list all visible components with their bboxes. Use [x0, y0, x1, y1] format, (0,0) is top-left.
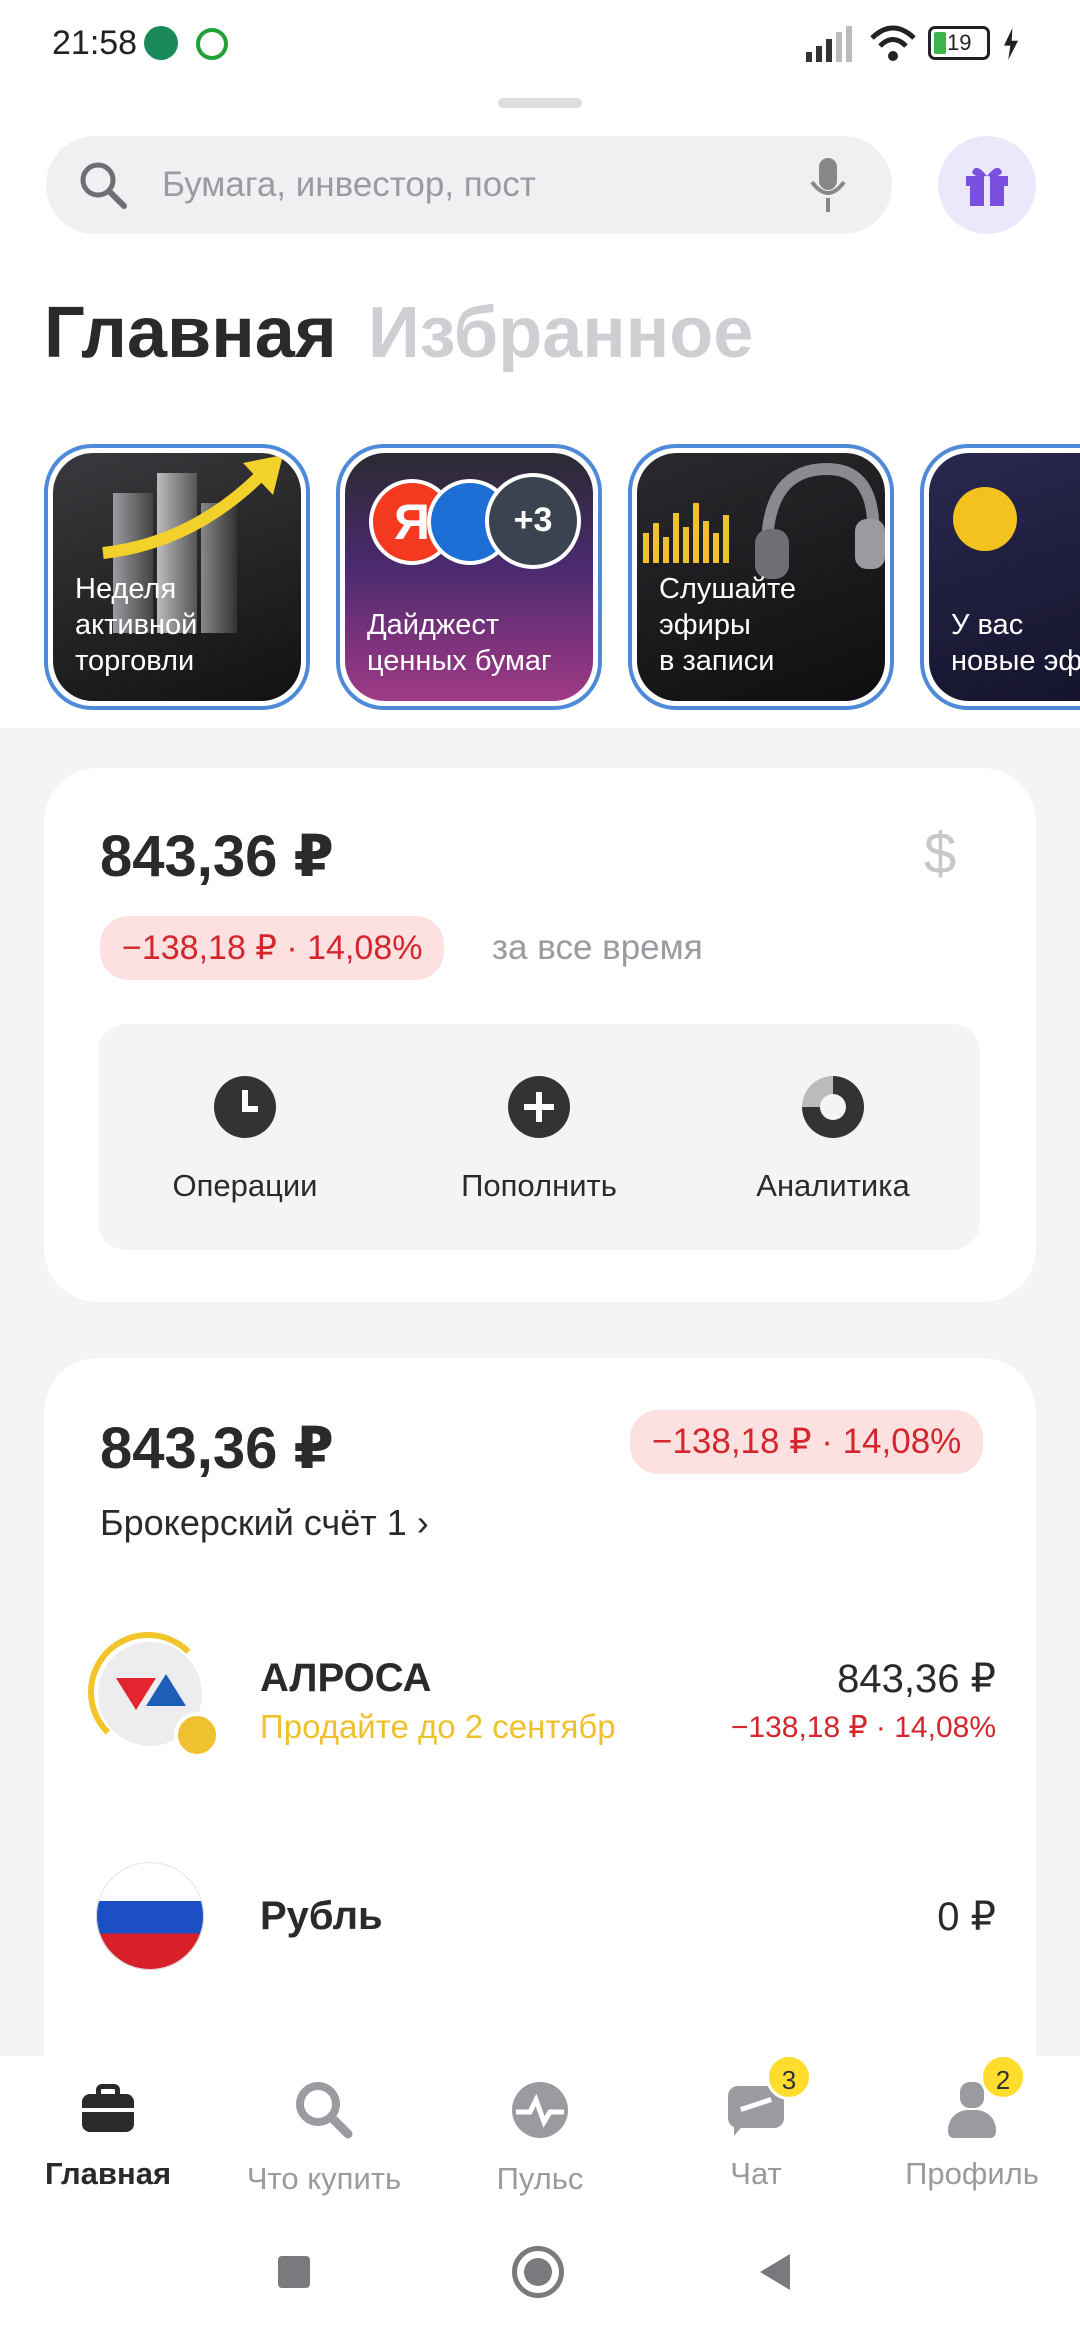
search-icon [296, 2082, 353, 2139]
dollar-icon[interactable]: $ [924, 820, 956, 887]
clock-icon [214, 1076, 276, 1138]
story-card[interactable]: Слушайте эфиры в записи [628, 444, 894, 710]
position-value: 0 ₽ [937, 1895, 996, 1939]
nav-chat-label: Чат [730, 2156, 782, 2191]
story-caption: Дайджест ценных бумаг [367, 609, 552, 677]
story-card[interactable]: У вас новые эф [920, 444, 1080, 710]
story-card[interactable]: Неделя активной торговли [44, 444, 310, 710]
plus-icon [508, 1076, 570, 1138]
story-caption: Слушайте эфиры в записи [659, 573, 797, 677]
profile-badge: 2 [980, 2054, 1026, 2100]
search-input[interactable] [162, 158, 762, 212]
nav-pulse[interactable]: Пульс [432, 2078, 648, 2197]
microphone-icon[interactable] [808, 156, 848, 216]
signal-icon [806, 26, 852, 62]
position-change: −138,18 ₽ · 14,08% [730, 1711, 996, 1744]
gift-button[interactable] [938, 136, 1036, 234]
story-caption: Неделя активной торговли [75, 573, 198, 677]
analytics-button[interactable]: Аналитика [686, 1076, 980, 1204]
nav-home[interactable]: Главная [0, 2078, 216, 2192]
battery-level: 19 [947, 30, 972, 55]
chat-icon: 3 [724, 2054, 812, 2142]
russia-flag-icon [96, 1862, 204, 1970]
back-icon[interactable] [760, 2254, 790, 2290]
nav-what-to-buy-label: Что купить [246, 2161, 402, 2196]
nav-pulse-label: Пульс [496, 2161, 584, 2196]
portfolio-change-badge: −138,18 ₽ · 14,08% [100, 916, 445, 980]
portfolio-total: 843,36 ₽ [100, 824, 334, 889]
account-change-badge: −138,18 ₽ · 14,08% [630, 1410, 984, 1474]
story-card[interactable]: Я +3 Дайджест ценных бумаг [336, 444, 602, 710]
sber-icon [196, 28, 228, 60]
status-bar: 21:58 19 [0, 0, 1080, 88]
top-up-button[interactable]: Пополнить [392, 1076, 686, 1204]
pie-chart-icon [802, 1076, 864, 1138]
coin-icon [953, 487, 1017, 551]
position-name: Рубль [260, 1894, 383, 1938]
home-icon[interactable] [512, 2246, 564, 2298]
nav-profile[interactable]: 2 Профиль [864, 2054, 1080, 2192]
position-name: АЛРОСА [260, 1656, 432, 1700]
analytics-label: Аналитика [756, 1168, 910, 1203]
profile-icon: 2 [940, 2054, 1026, 2142]
operations-button[interactable]: Операции [98, 1076, 392, 1204]
briefcase-icon [76, 2078, 140, 2142]
nav-what-to-buy[interactable]: Что купить [216, 2078, 432, 2197]
search-bar[interactable] [46, 136, 892, 234]
more-count: +3 [485, 473, 581, 569]
status-time: 21:58 [52, 24, 138, 62]
portfolio-period: за все время [492, 928, 703, 967]
pulse-icon [512, 2082, 568, 2138]
nav-home-label: Главная [44, 2156, 172, 2191]
account-total: 843,36 ₽ [100, 1416, 334, 1481]
tab-favorites[interactable]: Избранное [368, 292, 753, 374]
gift-icon [966, 167, 1008, 206]
quick-actions: Операции Пополнить Аналитика [98, 1024, 980, 1250]
operations-label: Операции [172, 1168, 318, 1203]
recent-apps-icon[interactable] [278, 2256, 310, 2288]
position-subtitle: Продайте до 2 сентябр [260, 1708, 616, 1745]
position-row[interactable]: АЛРОСА Продайте до 2 сентябр 843,36 ₽ −1… [44, 1610, 1036, 1780]
nav-chat[interactable]: 3 Чат [648, 2054, 864, 2192]
nav-profile-label: Профиль [905, 2156, 1039, 2191]
gift-badge-icon [174, 1712, 220, 1758]
search-icon [80, 162, 127, 209]
story-caption: У вас новые эф [951, 609, 1080, 677]
account-name-link[interactable]: Брокерский счёт 1 › [100, 1502, 429, 1544]
mir-pay-icon [144, 26, 178, 60]
position-row[interactable]: Рубль 0 ₽ [44, 1842, 1036, 1992]
wifi-icon [870, 25, 916, 61]
headphones-icon [755, 462, 885, 579]
drag-handle[interactable] [498, 98, 582, 108]
battery-icon: 19 [928, 26, 990, 60]
tab-main[interactable]: Главная [44, 292, 337, 374]
arrow-up-icon [102, 455, 283, 559]
equalizer-icon [643, 503, 729, 563]
position-value: 843,36 ₽ [837, 1657, 996, 1701]
chat-badge: 3 [766, 2054, 812, 2100]
charging-icon [1004, 28, 1018, 60]
top-up-label: Пополнить [461, 1168, 617, 1203]
